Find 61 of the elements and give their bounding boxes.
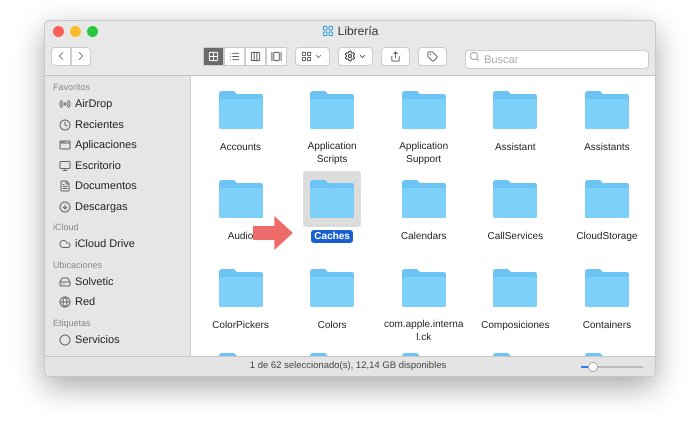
sidebar-item-icon [59,334,71,346]
tag-icon [427,50,438,62]
sidebar-item[interactable]: AirDrop [53,94,182,114]
view-mode-button[interactable] [224,46,245,66]
folder-name[interactable]: Assistant [495,141,536,154]
folder-name[interactable]: CloudStorage [576,230,638,243]
arrow-icon [253,216,293,250]
view-mode-icon [229,50,240,62]
sidebar-item-icon [59,296,71,308]
folder-name[interactable]: Application Scripts [292,140,372,166]
sidebar-item-icon [59,200,71,213]
view-mode-button[interactable] [245,46,266,66]
sidebar-section-title: Favoritos [53,81,92,93]
sidebar-item-icon [59,276,71,288]
sidebar-item-icon [59,118,71,131]
tag-button[interactable] [418,46,448,66]
sidebar-item[interactable]: Aplicaciones [53,135,182,156]
view-mode-button[interactable] [266,46,287,66]
sidebar-item-icon [59,238,71,250]
folder-name[interactable]: Assistants [584,141,630,154]
share-button[interactable] [380,46,410,66]
sidebar-section-title: Etiquetas [53,316,92,328]
gear-icon [344,50,356,62]
folder-name[interactable]: Calendars [400,230,446,243]
sidebar-item[interactable]: Recientes [53,114,182,135]
folder-name[interactable]: CallServices [488,230,544,243]
folder-name[interactable]: com.apple.interna l.ck [384,318,464,344]
sidebar-item-icon [59,98,71,110]
folder-name[interactable]: ColorPickers [212,319,269,332]
folder-name[interactable]: Accounts [220,141,262,154]
sidebar-item[interactable]: Documentos [53,176,182,196]
status-text: 1 de 62 seleccionado(s), 12,14 GB disponibles [250,359,446,374]
sidebar-section-title: iCloud [53,221,80,233]
search-field[interactable]: Buscar [465,50,650,69]
sidebar-item-icon [59,180,71,192]
sidebar-item[interactable]: Red [53,292,182,312]
sidebar-section-title: Ubicaciones [53,258,104,270]
window-title: Librería [338,23,378,40]
icon-size-slider[interactable] [581,362,643,372]
folder-name[interactable]: Containers [582,319,632,332]
grid-icon [301,50,312,62]
folder-name[interactable]: Caches [311,230,353,243]
sidebar-item[interactable]: Servicios [53,330,182,350]
share-icon [390,50,401,62]
sidebar-item[interactable]: Solvetic [53,272,182,292]
view-mode-icon [208,50,219,62]
sidebar-item[interactable]: Escritorio [53,156,182,176]
sidebar-item[interactable]: iCloud Drive [53,234,182,254]
view-mode-button[interactable] [203,46,224,66]
sidebar-item-icon [59,139,71,152]
folder-name[interactable]: Colors [318,319,347,332]
view-mode-icon [271,50,282,62]
search-icon [469,50,480,62]
group-button[interactable] [295,46,330,66]
view-mode-icon [250,50,261,62]
folder-name[interactable]: Composiciones [481,319,550,332]
folder-name[interactable]: Audio [228,230,254,243]
folder-name[interactable]: Application Support [384,140,464,166]
sidebar-item[interactable]: Descargas [53,196,182,217]
sidebar-item-icon [59,160,71,172]
action-button[interactable] [338,46,373,66]
